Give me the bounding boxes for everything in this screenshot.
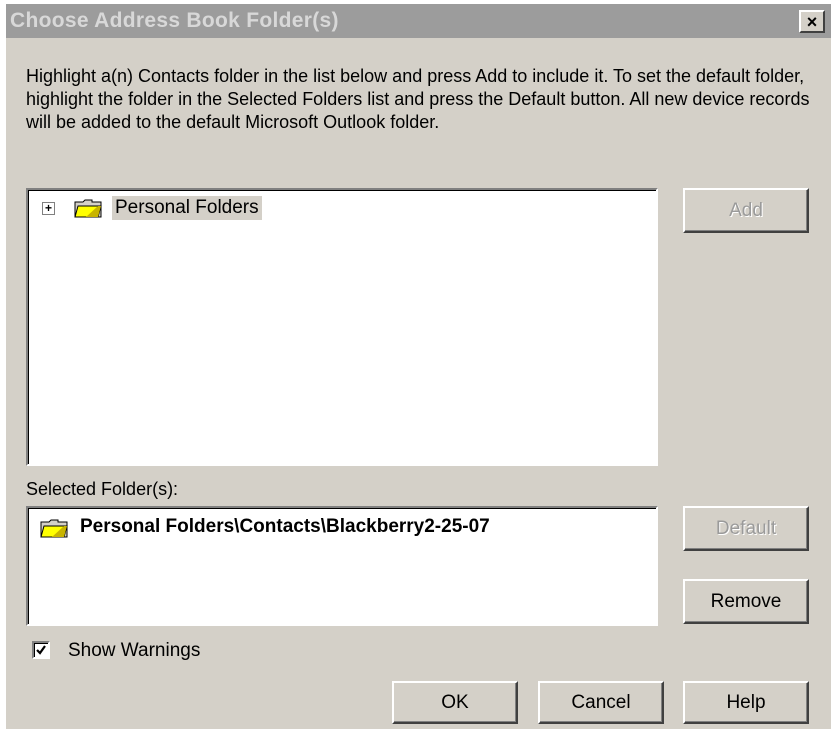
ok-button[interactable]: OK [392, 681, 518, 724]
default-button[interactable]: Default [683, 506, 809, 551]
folder-icon [40, 519, 68, 538]
close-button[interactable]: × [799, 10, 825, 33]
cancel-button[interactable]: Cancel [538, 681, 664, 724]
window-title: Choose Address Book Folder(s) [10, 9, 339, 32]
selected-folders-list[interactable]: Personal Folders\Contacts\Blackberry2-25… [26, 506, 658, 626]
show-warnings-checkbox[interactable] [32, 641, 50, 659]
remove-button[interactable]: Remove [683, 579, 809, 624]
selected-folders-label: Selected Folder(s): [26, 479, 179, 499]
close-icon: × [806, 11, 818, 32]
title-bar[interactable]: Choose Address Book Folder(s) × [6, 4, 831, 38]
folder-icon [74, 199, 102, 218]
show-warnings-label[interactable]: Show Warnings [68, 640, 200, 662]
add-button[interactable]: Add [683, 188, 809, 233]
instructions-text: Highlight a(n) Contacts folder in the li… [26, 66, 810, 132]
choose-address-book-dialog: Choose Address Book Folder(s) × Highligh… [6, 4, 831, 729]
checkmark-icon [36, 645, 46, 655]
expand-toggle-icon[interactable]: + [42, 202, 55, 215]
help-button[interactable]: Help [683, 681, 809, 724]
selected-folder-item[interactable]: Personal Folders\Contacts\Blackberry2-25… [80, 516, 490, 538]
folder-tree[interactable]: + Personal Folders [26, 188, 658, 466]
tree-item-personal-folders[interactable]: Personal Folders [112, 196, 262, 220]
